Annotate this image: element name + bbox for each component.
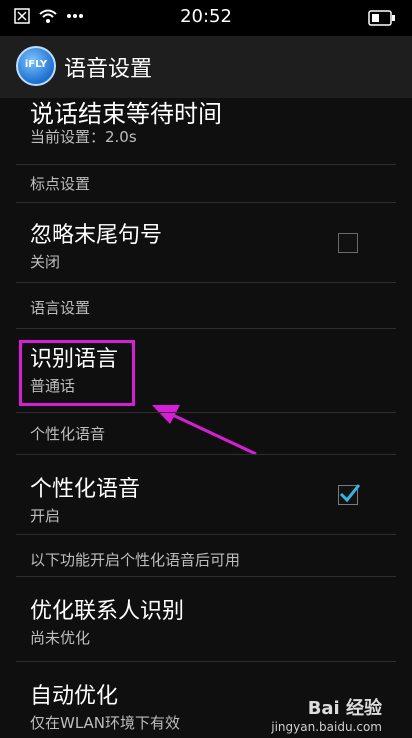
section-header-punctuation: 标点设置 [0, 165, 412, 205]
status-time: 20:52 [180, 6, 232, 27]
logo-text: iFLY [24, 59, 48, 70]
ignore-period-checkbox[interactable] [338, 233, 358, 253]
setting-title: 说话结束等待时间 [30, 100, 222, 128]
setting-summary: 当前设置：2.0s [30, 128, 137, 146]
setting-optimize-contacts[interactable]: 优化联系人识别 尚未优化 [0, 577, 412, 657]
checkmark-icon [339, 484, 361, 503]
setting-ignore-period[interactable]: 忽略末尾句号 关闭 [0, 203, 412, 283]
section-label: 语言设置 [30, 299, 91, 317]
section-header-language: 语言设置 [0, 283, 412, 329]
ifly-logo[interactable]: iFLY [16, 46, 56, 86]
setting-summary: 仅在WLAN环境下有效 [30, 714, 181, 732]
watermark-brand: Bai 经验 [307, 698, 382, 719]
watermark-url: jingyan.baidu.com [271, 720, 382, 734]
status-icons-right [368, 10, 396, 30]
section-label: 标点设置 [30, 175, 91, 193]
section-header-requires-personal-voice: 以下功能开启个性化语音后可用 [0, 535, 412, 575]
section-label: 个性化语音 [30, 425, 106, 443]
page-title: 语音设置 [64, 57, 153, 82]
battery-icon [368, 10, 395, 26]
setting-wait-time[interactable]: 说话结束等待时间 当前设置：2.0s [0, 98, 412, 164]
setting-title: 自动优化 [30, 684, 119, 709]
section-label: 以下功能开启个性化语音后可用 [30, 551, 241, 569]
section-header-personal-voice: 个性化语音 [0, 413, 412, 453]
highlight-box [19, 340, 135, 406]
setting-summary: 关闭 [30, 253, 61, 271]
personal-voice-checkbox[interactable] [338, 484, 361, 505]
setting-summary: 开启 [30, 507, 61, 525]
setting-title: 优化联系人识别 [30, 599, 185, 624]
status-bar: 20:52 [0, 0, 412, 36]
setting-personal-voice[interactable]: 个性化语音 开启 [0, 455, 412, 535]
setting-title: 个性化语音 [30, 477, 141, 502]
setting-summary: 尚未优化 [30, 629, 91, 647]
settings-list[interactable]: 说话结束等待时间 当前设置：2.0s 标点设置 忽略末尾句号 关闭 语言设置 识… [0, 98, 412, 738]
app-bar: iFLY 语音设置 [0, 36, 412, 99]
setting-title: 忽略末尾句号 [30, 223, 163, 248]
baidu-watermark: Bai 经验 jingyan.baidu.com [271, 694, 382, 734]
